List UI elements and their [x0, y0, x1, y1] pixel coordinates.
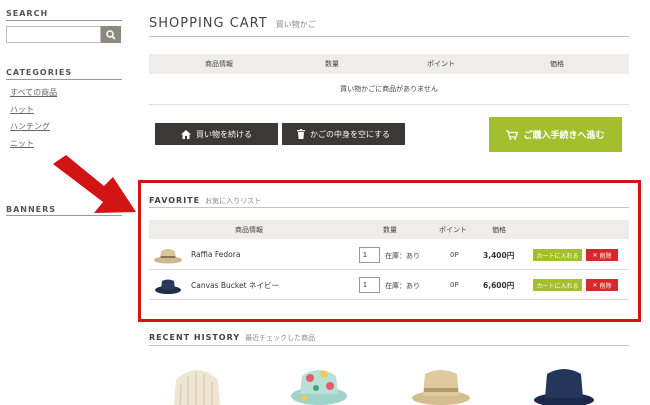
favorite-points: 0P — [450, 281, 459, 289]
favorite-subtitle: お気に入りリスト — [205, 197, 262, 205]
checkout-label: ご購入手続きへ進む — [523, 131, 605, 141]
search-heading-rule — [6, 20, 122, 21]
close-icon: ✕ — [592, 281, 598, 289]
trash-icon — [296, 129, 305, 139]
recent-title-text: RECENT HISTORY — [149, 333, 241, 342]
delete-label: 削除 — [599, 252, 612, 260]
add-to-cart-button[interactable]: カートに入れる — [533, 249, 582, 261]
straw-fedora-icon[interactable] — [410, 362, 472, 405]
category-link-knit[interactable]: ニット — [10, 135, 57, 152]
straw-fedora-icon — [154, 249, 182, 264]
cart-table-header: 商品情報 数量 ポイント 価格 — [149, 54, 629, 74]
cart-col-product: 商品情報 — [205, 60, 233, 68]
continue-shopping-label: 買い物を続ける — [196, 129, 252, 139]
floral-bucket-hat-icon[interactable] — [288, 362, 350, 405]
search-button[interactable] — [101, 26, 121, 43]
delete-button[interactable]: ✕ 削除 — [586, 249, 618, 261]
categories-heading-rule — [6, 79, 122, 80]
cart-col-qty: 数量 — [325, 60, 339, 68]
navy-bucket-hat-icon — [155, 279, 181, 294]
favorite-title: FAVORITE お気に入りリスト — [149, 196, 261, 206]
favorite-points: 0P — [450, 251, 459, 259]
favorite-item-name[interactable]: Canvas Bucket ネイビー — [191, 280, 279, 291]
continue-shopping-button[interactable]: 買い物を続ける — [155, 123, 278, 145]
favorite-price: 6,600円 — [483, 281, 515, 290]
cart-subtitle: 買い物かご — [275, 20, 316, 29]
empty-cart-button[interactable]: かごの中身を空にする — [282, 123, 405, 145]
cart-empty-message: 買い物かごに商品がありません — [340, 85, 438, 93]
recent-title-rule — [149, 345, 629, 346]
category-link-hat[interactable]: ハット — [10, 101, 57, 118]
annotation-arrow-icon — [53, 155, 136, 213]
cream-knit-beanie-icon[interactable] — [166, 362, 228, 405]
categories-heading: CATEGORIES — [6, 68, 73, 77]
favorite-col-price: 価格 — [492, 226, 506, 234]
favorite-col-product: 商品情報 — [235, 226, 263, 234]
home-icon — [181, 129, 191, 139]
search-input[interactable] — [6, 26, 101, 43]
favorite-price: 3,400円 — [483, 251, 515, 260]
category-list: すべての商品 ハット ハンチング ニット — [10, 84, 57, 152]
recent-title: RECENT HISTORY 最近チェックした商品 — [149, 333, 315, 343]
favorite-qty-input[interactable] — [359, 277, 380, 293]
favorite-qty-input[interactable] — [359, 247, 380, 263]
navy-bucket-hat-icon[interactable] — [533, 362, 595, 405]
favorite-item-name[interactable]: Raffia Fedora — [191, 250, 240, 259]
add-to-cart-button[interactable]: カートに入れる — [533, 279, 582, 291]
category-link-all[interactable]: すべての商品 — [10, 84, 57, 101]
category-link-hunting[interactable]: ハンチング — [10, 118, 57, 135]
favorite-col-points: ポイント — [439, 226, 467, 234]
favorite-row: Canvas Bucket ネイビー 在庫：あり 0P 6,600円 カートに入… — [149, 270, 629, 300]
favorite-stock: 在庫：あり — [385, 282, 420, 290]
cart-table-rule — [149, 104, 629, 105]
favorite-title-text: FAVORITE — [149, 196, 201, 205]
cart-title: SHOPPING CART 買い物かご — [149, 16, 316, 31]
cart-icon — [506, 129, 519, 140]
search-heading: SEARCH — [6, 9, 49, 18]
favorite-col-qty: 数量 — [383, 226, 397, 234]
close-icon: ✕ — [592, 251, 598, 259]
delete-button[interactable]: ✕ 削除 — [586, 279, 618, 291]
search-icon — [106, 29, 116, 40]
delete-label: 削除 — [599, 282, 612, 290]
cart-col-price: 価格 — [550, 60, 564, 68]
empty-cart-label: かごの中身を空にする — [309, 129, 391, 139]
favorite-row: Raffia Fedora 在庫：あり 0P 3,400円 カートに入れる ✕ … — [149, 240, 629, 270]
checkout-button[interactable]: ご購入手続きへ進む — [489, 117, 622, 152]
cart-title-rule — [149, 36, 629, 37]
favorite-title-rule — [149, 207, 629, 208]
banners-heading: BANNERS — [6, 205, 57, 214]
favorite-table-header: 商品情報 数量 ポイント 価格 — [149, 220, 629, 239]
favorite-stock: 在庫：あり — [385, 252, 420, 260]
cart-title-text: SHOPPING CART — [149, 16, 268, 31]
cart-col-points: ポイント — [427, 60, 455, 68]
recent-subtitle: 最近チェックした商品 — [245, 334, 316, 342]
